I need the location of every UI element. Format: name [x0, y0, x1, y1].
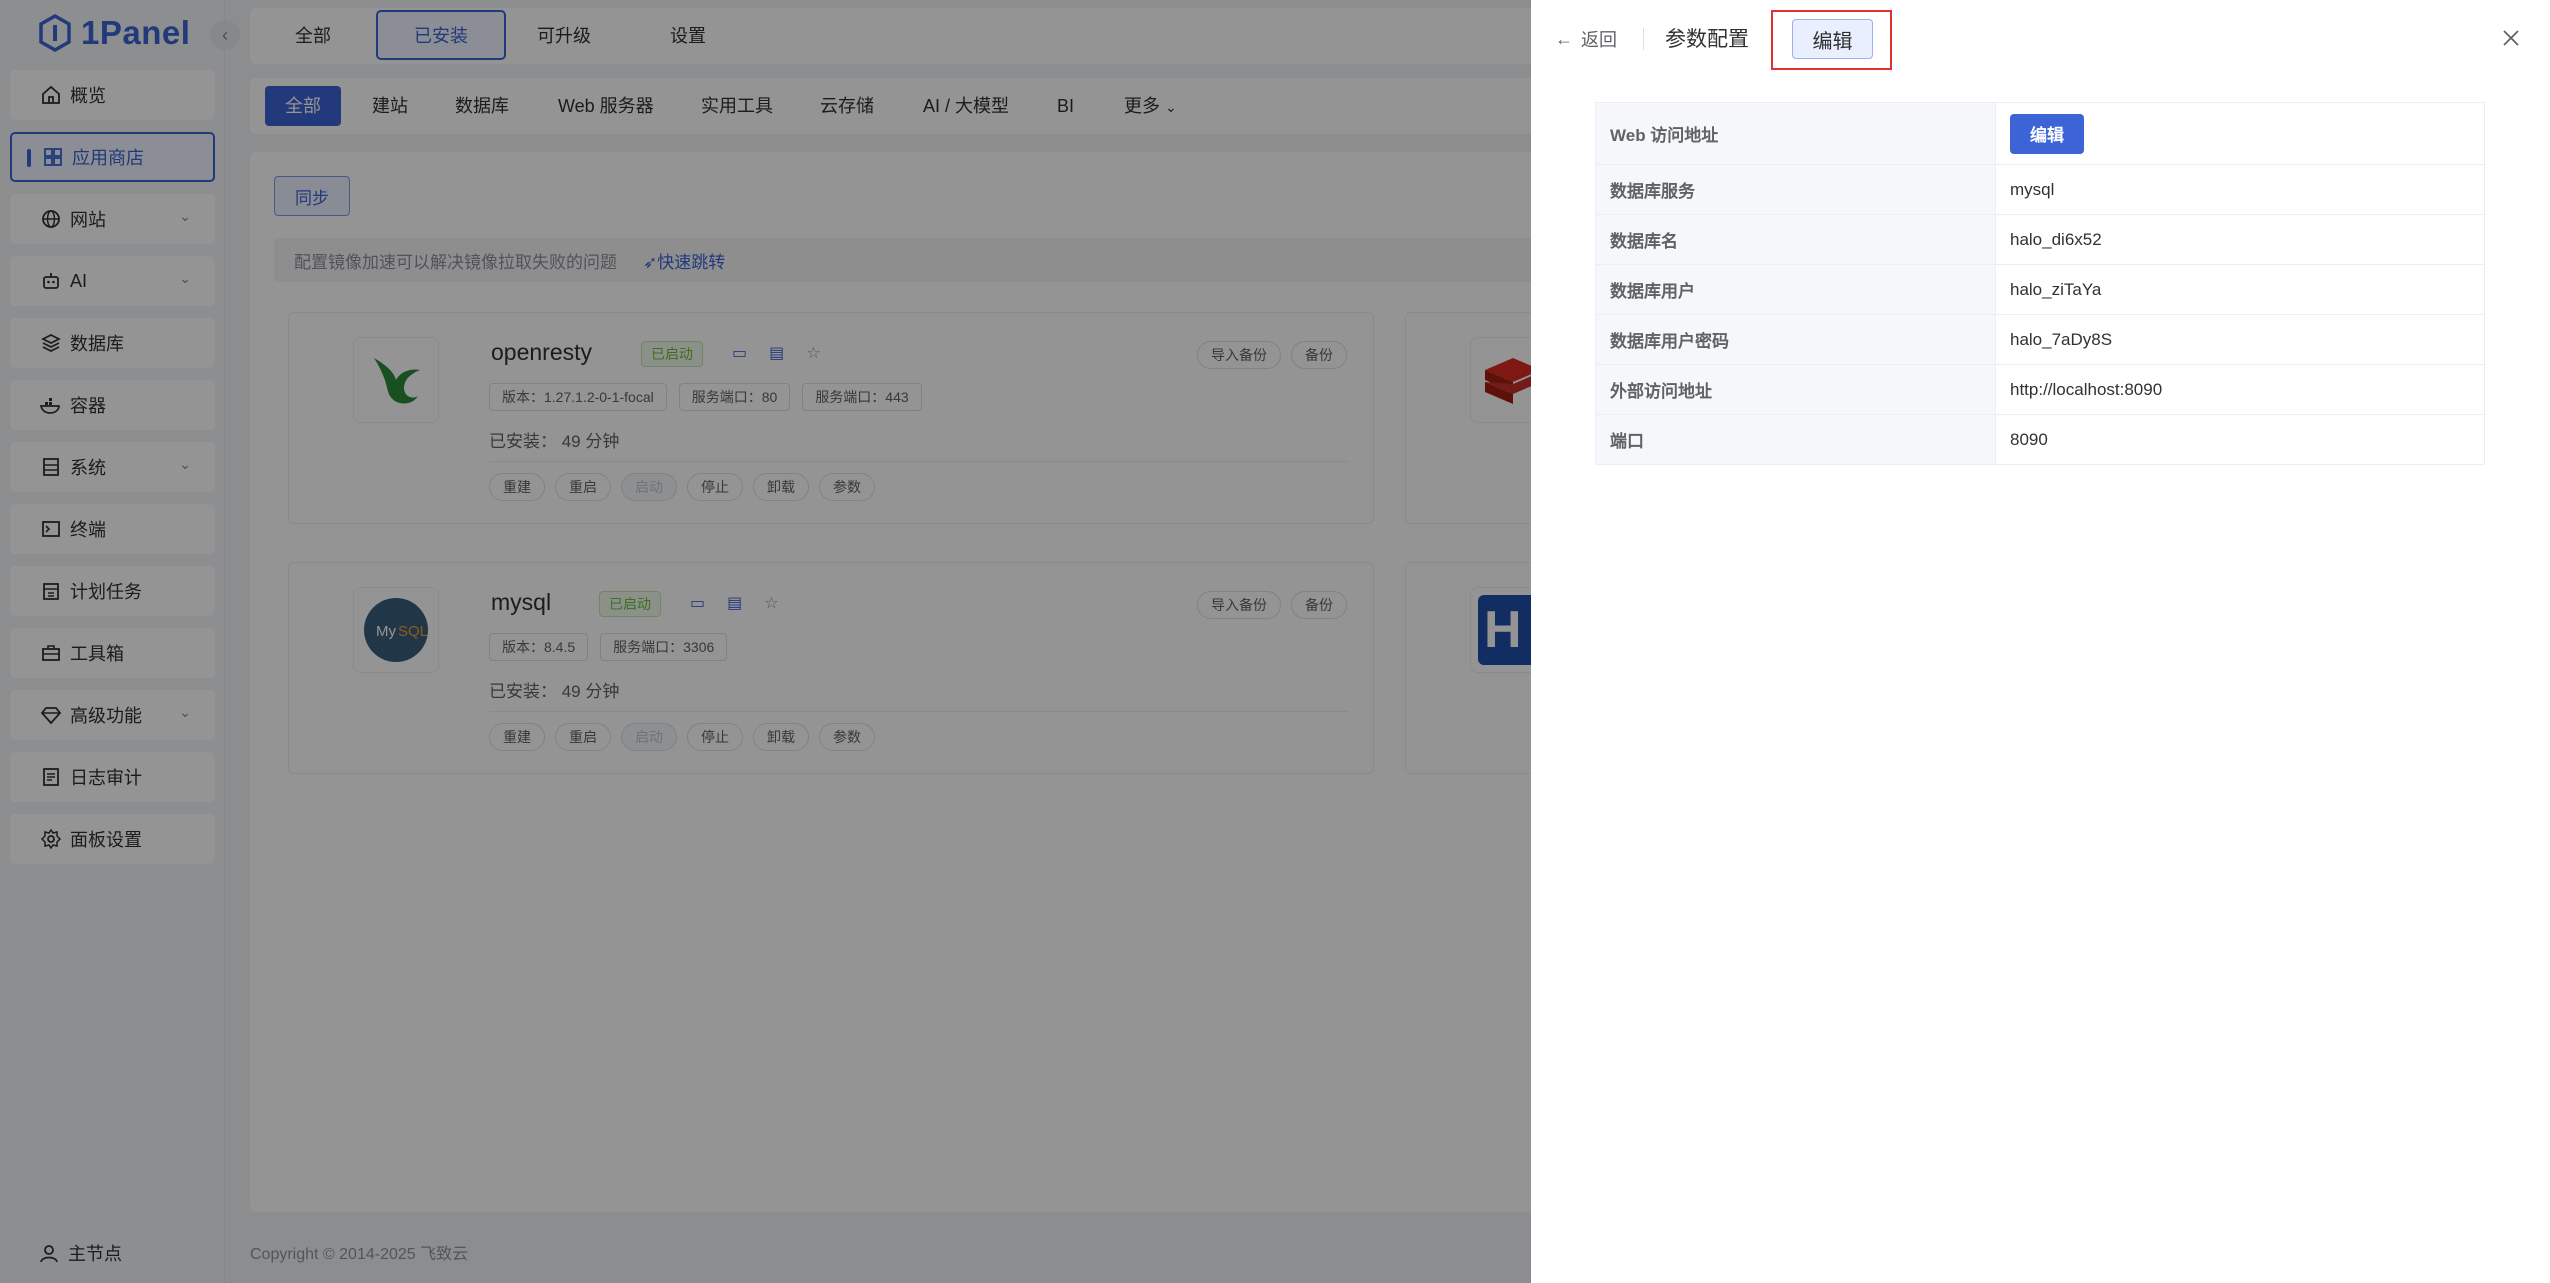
param-label: 外部访问地址 [1595, 364, 1996, 415]
param-label: 端口 [1595, 414, 1996, 465]
param-label: 数据库用户密码 [1595, 314, 1996, 365]
param-value: 8090 [1995, 414, 2485, 465]
arrow-left-icon: ← [1555, 28, 1573, 49]
table-row: 数据库名 halo_di6x52 [1595, 214, 2485, 265]
param-label: 数据库名 [1595, 214, 1996, 265]
param-label: 数据库服务 [1595, 164, 1996, 215]
modal-overlay[interactable] [0, 0, 1531, 1283]
back-label: 返回 [1581, 30, 1617, 50]
table-row: 端口 8090 [1595, 414, 2485, 465]
table-row: 数据库用户 halo_ziTaYa [1595, 264, 2485, 315]
param-table: Web 访问地址 编辑 数据库服务 mysql 数据库名 halo_di6x52… [1595, 102, 2485, 465]
header-divider [1643, 28, 1644, 50]
param-value: 编辑 [1995, 102, 2485, 165]
table-row: 数据库服务 mysql [1595, 164, 2485, 215]
param-value: mysql [1995, 164, 2485, 215]
edit-button[interactable]: 编辑 [1792, 19, 1873, 59]
param-label: 数据库用户 [1595, 264, 1996, 315]
param-value: http://localhost:8090 [1995, 364, 2485, 415]
drawer-title: 参数配置 [1665, 28, 1749, 51]
param-value: halo_7aDy8S [1995, 314, 2485, 365]
param-value: halo_ziTaYa [1995, 264, 2485, 315]
param-config-drawer: ← 返回 参数配置 编辑 Web 访问地址 编辑 数据库服务 mysql 数据库… [1531, 0, 2550, 1283]
table-row: 数据库用户密码 halo_7aDy8S [1595, 314, 2485, 365]
param-value: halo_di6x52 [1995, 214, 2485, 265]
param-label: Web 访问地址 [1595, 102, 1996, 165]
table-row: 外部访问地址 http://localhost:8090 [1595, 364, 2485, 415]
web-url-edit-button[interactable]: 编辑 [2010, 113, 2084, 154]
close-icon[interactable] [2498, 25, 2524, 51]
back-button[interactable]: ← 返回 [1555, 24, 1617, 54]
table-row: Web 访问地址 编辑 [1595, 102, 2485, 165]
